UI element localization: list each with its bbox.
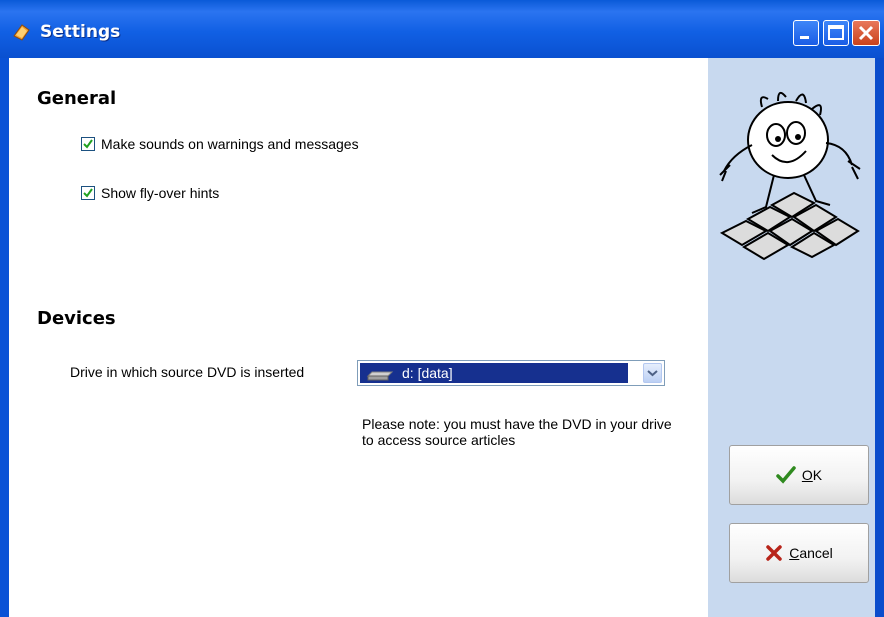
x-icon (765, 544, 783, 562)
hints-checkbox[interactable] (81, 186, 95, 200)
maximize-button[interactable] (823, 20, 849, 46)
checkmark-icon (776, 466, 796, 484)
ok-label: OK (802, 467, 822, 483)
ok-label-rest: K (812, 467, 823, 483)
cancel-label-rest: ancel (799, 545, 833, 561)
window-border (875, 58, 884, 617)
ok-button[interactable]: OK (729, 445, 869, 505)
window-title: Settings (40, 22, 121, 42)
drive-select-selection: d: [data] (360, 363, 628, 383)
app-icon (12, 22, 32, 42)
sounds-checkbox[interactable] (81, 137, 95, 151)
drive-icon (366, 367, 394, 386)
hints-label: Show fly-over hints (101, 185, 220, 201)
close-button[interactable] (852, 20, 880, 46)
minimize-button[interactable] (793, 20, 819, 46)
title-bar[interactable]: Settings (0, 0, 884, 58)
cancel-mnemonic: C (789, 545, 800, 561)
settings-window: Settings General Make sounds on warnings… (0, 0, 884, 617)
sounds-option[interactable]: Make sounds on warnings and messages (81, 136, 359, 152)
drive-select[interactable]: d: [data] (357, 360, 665, 386)
devices-heading: Devices (37, 308, 116, 329)
drive-label: Drive in which source DVD is inserted (70, 364, 305, 380)
mascot-illustration (712, 85, 868, 269)
hints-option[interactable]: Show fly-over hints (81, 185, 219, 201)
ok-mnemonic: O (801, 467, 813, 483)
chevron-down-icon[interactable] (643, 363, 662, 383)
dvd-note: Please note: you must have the DVD in yo… (362, 416, 672, 448)
cancel-button[interactable]: Cancel (729, 523, 869, 583)
general-heading: General (37, 88, 117, 109)
cancel-label: Cancel (789, 545, 833, 561)
sounds-label: Make sounds on warnings and messages (101, 136, 359, 152)
drive-select-value: d: [data] (402, 365, 453, 381)
